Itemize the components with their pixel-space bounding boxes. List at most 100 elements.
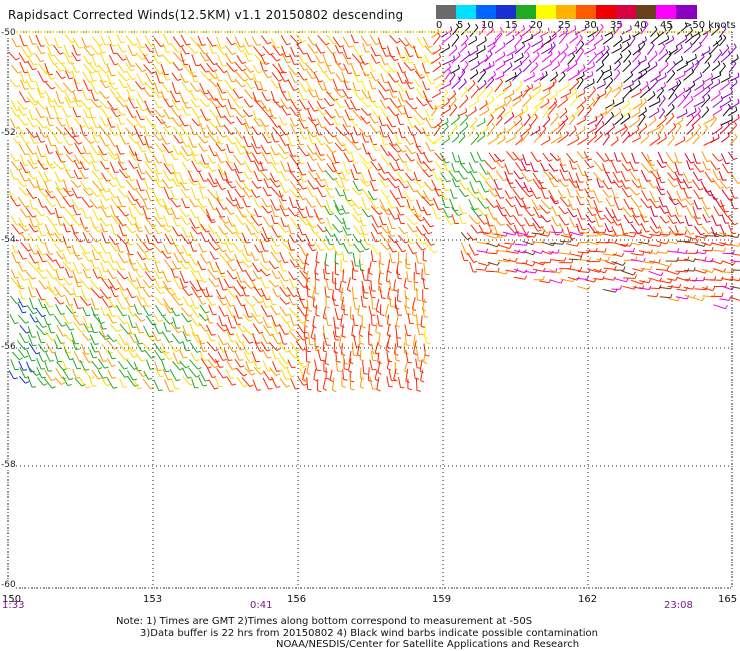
wind-barb	[379, 64, 390, 73]
wind-barb	[10, 154, 19, 162]
wind-barb	[29, 109, 36, 119]
wind-barb	[30, 298, 38, 309]
wind-barb	[37, 261, 44, 271]
wind-barb	[288, 65, 299, 75]
wind-barb	[28, 376, 36, 387]
wind-barb	[190, 218, 200, 228]
wind-barb	[496, 88, 505, 98]
wind-barb	[126, 180, 137, 190]
wind-barb	[387, 197, 396, 208]
wind-barb	[719, 297, 730, 301]
wind-barb	[335, 188, 343, 196]
wind-barb	[126, 342, 136, 352]
wind-barb	[560, 108, 567, 118]
wind-barb	[146, 234, 153, 243]
wind-barb	[353, 234, 362, 242]
wind-barb	[101, 306, 108, 315]
wind-barb	[317, 101, 325, 109]
wind-barb	[397, 268, 402, 279]
wind-barb	[100, 91, 110, 98]
wind-barb	[575, 25, 586, 34]
wind-barb	[566, 25, 576, 34]
wind-barb	[503, 81, 511, 91]
wind-barb	[71, 127, 79, 136]
wind-barb	[252, 307, 261, 316]
wind-barb	[639, 240, 650, 244]
wind-barb	[260, 277, 269, 288]
wind-barb	[180, 361, 190, 368]
wind-barb	[119, 225, 127, 236]
wind-barb	[306, 235, 315, 245]
wind-barb	[200, 99, 210, 106]
wind-barb	[425, 324, 429, 338]
wind-barb	[45, 190, 55, 198]
wind-barb	[468, 80, 475, 91]
wind-barb	[684, 286, 695, 290]
wind-barb	[92, 171, 103, 180]
wind-barb	[27, 362, 35, 372]
wind-barb	[372, 316, 376, 326]
wind-barb	[414, 116, 424, 125]
wind-barb	[235, 79, 245, 87]
wind-barb	[514, 216, 525, 226]
wind-barb	[80, 245, 90, 254]
wind-barb	[236, 232, 247, 243]
wind-barb	[584, 44, 595, 54]
wind-barb	[261, 36, 271, 44]
wind-barb	[206, 54, 217, 64]
wind-barb	[306, 127, 317, 137]
wind-barb	[163, 271, 172, 282]
wind-barb	[154, 380, 163, 391]
wind-barb	[341, 180, 349, 191]
wind-barb	[279, 235, 288, 242]
wind-barb	[531, 152, 541, 162]
wind-barb	[597, 90, 606, 99]
wind-barb	[354, 225, 365, 234]
wind-barb	[29, 154, 37, 164]
wind-barb	[227, 262, 237, 271]
wind-barb	[111, 224, 119, 235]
wind-barb	[640, 235, 653, 239]
wind-barb	[650, 226, 660, 233]
wind-barb	[480, 107, 489, 116]
wind-barb	[440, 153, 449, 163]
wind-barb	[614, 108, 621, 117]
wind-barb	[657, 116, 666, 128]
wind-barb	[630, 171, 640, 180]
wind-barb	[172, 100, 182, 111]
wind-barb	[326, 280, 332, 289]
wind-barb	[19, 53, 29, 63]
wind-barb	[334, 200, 343, 210]
wind-barb	[9, 371, 18, 379]
wind-barb	[406, 253, 410, 265]
wind-barb	[19, 133, 30, 144]
wind-barb	[343, 118, 351, 127]
wind-barb	[531, 162, 539, 172]
wind-barb	[134, 380, 142, 389]
wind-barb	[137, 91, 147, 102]
wind-barb	[460, 95, 469, 107]
wind-barb	[668, 284, 681, 288]
wind-barb	[523, 251, 535, 254]
wind-barb	[390, 35, 401, 43]
wind-barb	[597, 70, 604, 83]
wind-barb	[80, 100, 91, 109]
wind-barb	[647, 293, 658, 297]
wind-barb	[602, 66, 611, 74]
wind-barb	[73, 233, 83, 242]
wind-barb	[216, 118, 224, 127]
wind-barb	[305, 340, 311, 352]
wind-barb	[406, 350, 412, 363]
wind-barb	[440, 80, 451, 89]
wind-barb	[289, 296, 297, 305]
wind-barb	[722, 45, 729, 56]
wind-barb	[12, 252, 21, 263]
wind-barb	[550, 196, 559, 204]
wind-barb	[217, 368, 227, 378]
wind-barb	[118, 350, 129, 360]
wind-barb	[603, 163, 610, 173]
wind-barb	[161, 349, 172, 359]
lon-label-156: 156	[287, 594, 306, 605]
time-label-start: 1:33	[2, 600, 24, 611]
wind-barb	[348, 359, 352, 373]
